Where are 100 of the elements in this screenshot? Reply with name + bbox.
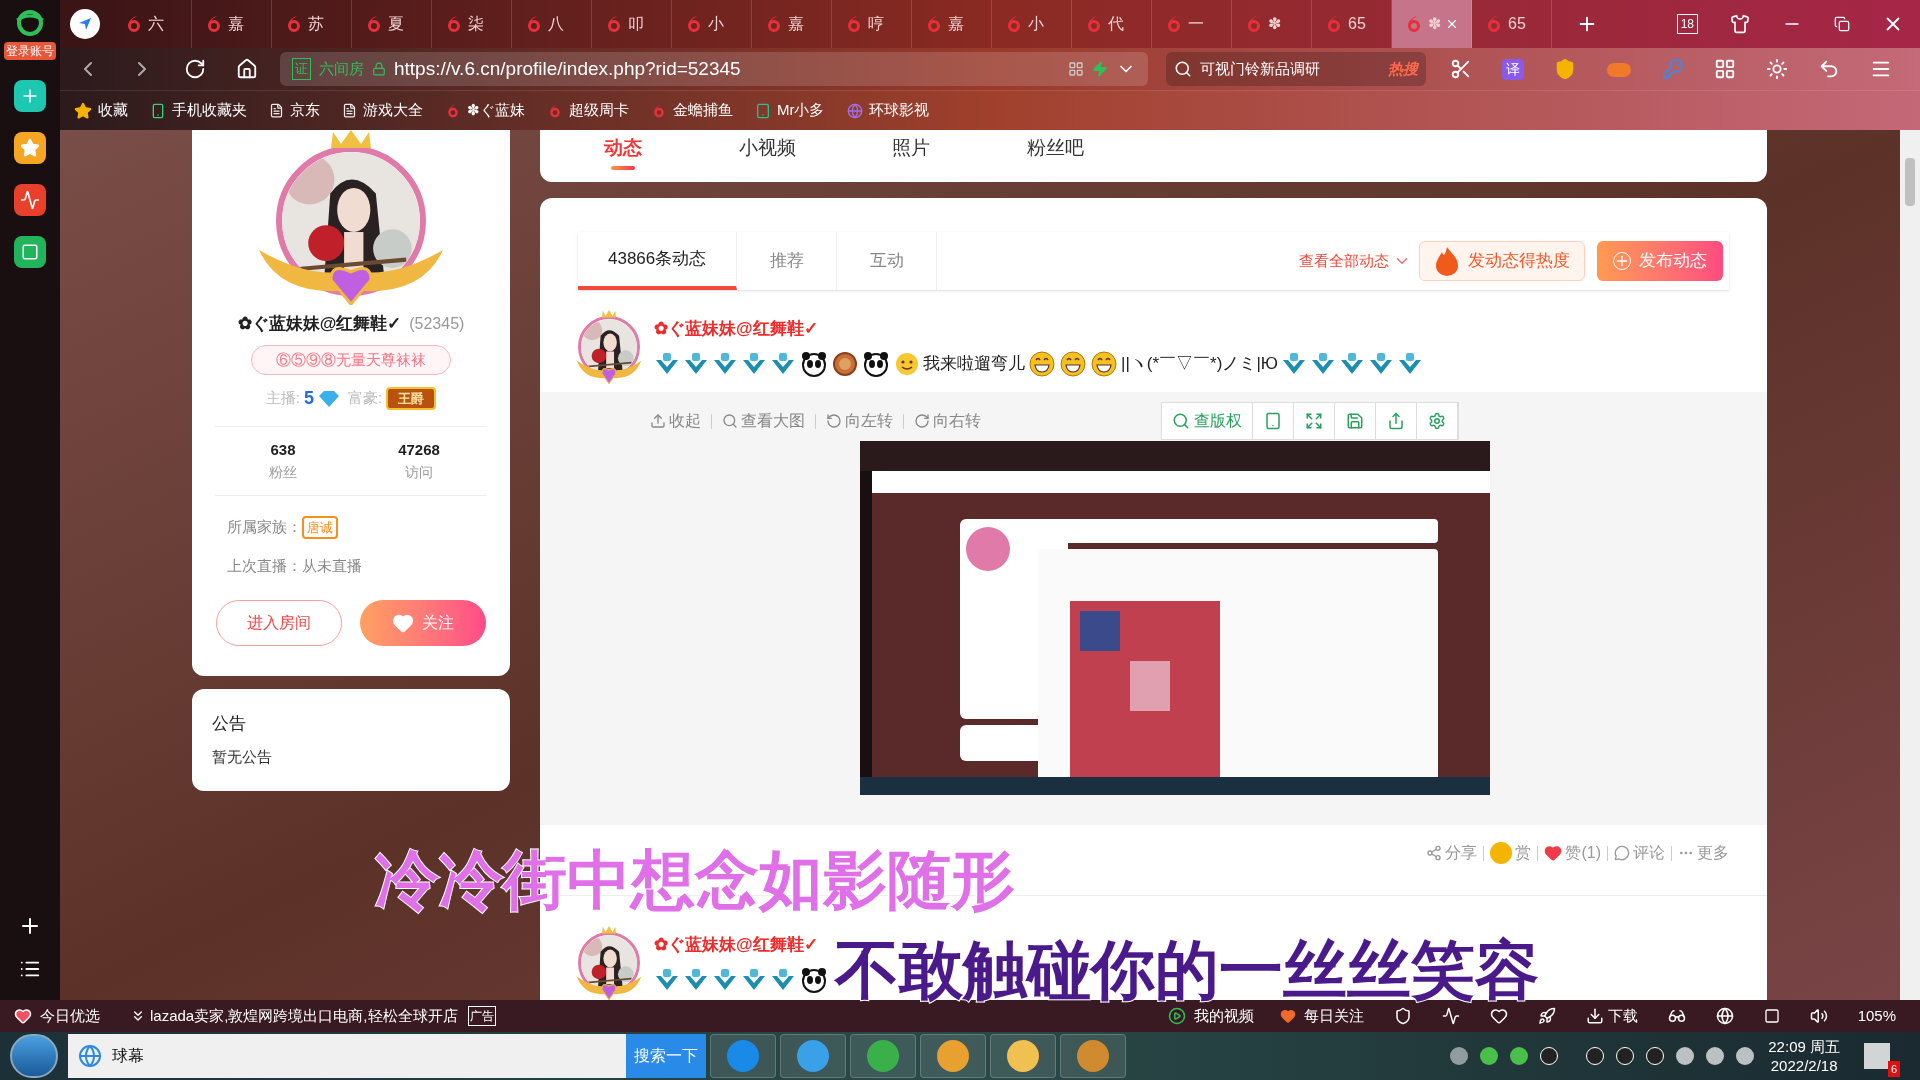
profile-tab[interactable]: 粉丝吧	[1022, 130, 1088, 163]
bookmark-item[interactable]: 游戏大全	[342, 99, 423, 122]
undo-icon[interactable]	[1818, 58, 1840, 80]
rocket-icon[interactable]	[1537, 1007, 1556, 1025]
last-live-text: 上次直播：从未直播	[227, 556, 363, 576]
ad-link[interactable]: lazada卖家,敦煌网跨境出口电商,轻松全球开店	[130, 1004, 458, 1028]
today-picks-link[interactable]: 今日优选	[14, 1004, 100, 1028]
flame-icon	[1434, 246, 1460, 276]
ad-tag: 广告	[467, 1006, 496, 1026]
star-icon	[74, 101, 92, 120]
profile-tab[interactable]: 动态	[590, 130, 656, 170]
badge-icon	[683, 351, 709, 376]
plugin-icon[interactable]	[14, 80, 46, 112]
download-icon	[1585, 1007, 1604, 1025]
badge-icon	[770, 967, 796, 992]
family-badge: 唐诚	[302, 515, 338, 539]
expand-icon[interactable]	[1305, 412, 1323, 430]
panda-sticker-icon	[799, 349, 829, 378]
notice-title: 公告	[212, 712, 247, 735]
anchor-level: 5	[304, 387, 314, 410]
lyric-line: 不敢触碰你的一丝丝笑容	[835, 938, 1539, 1002]
reload-icon[interactable]	[184, 58, 206, 80]
stat-label: 粉丝	[269, 462, 297, 482]
qr-code-icon[interactable]	[1068, 61, 1084, 77]
family-label: 所属家族：	[227, 517, 302, 537]
volume-icon[interactable]	[1809, 1007, 1828, 1025]
search-icon	[722, 413, 738, 429]
badge-icon	[712, 351, 738, 376]
feed-tab[interactable]: 推荐	[737, 232, 838, 290]
post-text: 我来啦遛弯儿	[923, 352, 1025, 375]
daily-follow-button[interactable]: 每日关注	[1279, 1004, 1364, 1028]
apps-icon[interactable]	[1714, 58, 1736, 80]
search-button[interactable]: 搜索一下	[626, 1034, 706, 1078]
logo-icon	[651, 102, 667, 119]
smiley-icon	[894, 350, 920, 377]
translate-button[interactable]: 译	[1502, 58, 1524, 80]
bookmark-item[interactable]: ✽ぐ蓝妹	[445, 99, 525, 122]
tablet-icon[interactable]	[1264, 412, 1282, 430]
feed-filter-dropdown[interactable]: 查看全部动态	[1299, 232, 1411, 290]
favorites-icon[interactable]	[14, 132, 46, 164]
share-icon[interactable]	[1387, 412, 1405, 430]
clock[interactable]: 22:09 周五 2022/2/18	[1768, 1037, 1840, 1075]
start-button[interactable]	[10, 1034, 58, 1078]
glasses-icon[interactable]	[1667, 1007, 1686, 1025]
mail-icon[interactable]	[14, 236, 46, 268]
lock-icon	[372, 62, 386, 76]
collapse-icon	[650, 413, 666, 429]
diamond-icon	[318, 389, 340, 408]
bookmark-item[interactable]: 京东	[269, 99, 320, 122]
badge-icon	[1339, 351, 1365, 376]
post-text: ||ヽ(*￣▽￣*)ノミ|Ю	[1121, 352, 1278, 375]
brightness-icon[interactable]	[1766, 58, 1788, 80]
profile-tab[interactable]: 照片	[878, 130, 944, 163]
navigation-icon[interactable]	[70, 9, 100, 39]
profile-tab[interactable]: 小视频	[734, 130, 800, 163]
save-icon[interactable]	[1346, 412, 1364, 430]
rotate-right-icon	[914, 413, 930, 429]
bookmark-item[interactable]: 超级周卡	[547, 99, 629, 122]
bookmark-item[interactable]: Mr小多	[755, 99, 825, 122]
health-icon[interactable]	[1489, 1007, 1508, 1025]
shield-icon[interactable]	[1393, 1007, 1412, 1025]
room-id: (52345)	[409, 313, 465, 334]
window-icon[interactable]	[1763, 1008, 1780, 1024]
my-video-button[interactable]: 我的视频	[1167, 1004, 1254, 1028]
bookmark-item[interactable]: 环球影视	[846, 99, 929, 122]
address-field[interactable]: 证 六间房 https://v.6.cn/profile/index.php?rid=52345	[280, 52, 1148, 86]
certificate-badge: 证	[292, 58, 311, 80]
scissors-icon[interactable]	[1450, 58, 1472, 80]
search-field[interactable]: 可视门铃新品调研 热搜	[1166, 52, 1426, 86]
tab-count[interactable]: 18	[1676, 14, 1698, 34]
tab-underline	[611, 165, 635, 170]
feed-tab[interactable]: 43866条动态	[578, 232, 738, 290]
settings-icon[interactable]	[1428, 412, 1446, 430]
skin-icon[interactable]	[1730, 14, 1750, 34]
post-author[interactable]: ✿ぐ蓝妹妹@红舞鞋✓	[654, 316, 1423, 342]
badge-icon	[1310, 351, 1336, 376]
restore-icon[interactable]	[1834, 16, 1850, 32]
bookmark-item[interactable]: 手机收藏夹	[150, 99, 247, 122]
post-author[interactable]: ✿ぐ蓝妹妹@红舞鞋✓	[654, 932, 829, 958]
badge-icon	[1368, 351, 1394, 376]
bookmark-item[interactable]: 收藏	[74, 99, 128, 122]
feed-tab[interactable]: 互动	[837, 232, 938, 290]
grin-icon	[1028, 349, 1056, 378]
globe-icon	[78, 1044, 102, 1068]
weibo-icon[interactable]	[14, 184, 46, 216]
url-text: https://v.6.cn/profile/index.php?rid=52345	[394, 56, 741, 81]
share-icon	[1426, 845, 1443, 861]
taskbar-search-field[interactable]: 球幕	[68, 1034, 626, 1078]
download-button[interactable]: 下载	[1585, 1004, 1638, 1028]
zoom-level[interactable]: 105%	[1857, 1004, 1896, 1028]
reward-icon	[1490, 842, 1513, 864]
site-name: 六间房	[319, 58, 364, 79]
notice-body: 暂无公告	[212, 747, 273, 767]
login-badge[interactable]: 登录账号	[4, 42, 56, 60]
badge-icon	[683, 967, 709, 992]
home-icon[interactable]	[236, 58, 258, 80]
bookmark-item[interactable]: 金蟾捕鱼	[651, 99, 733, 122]
chart-icon[interactable]	[1441, 1007, 1460, 1025]
rich-label: 富豪:	[348, 388, 383, 409]
panda-sticker-icon	[799, 965, 829, 994]
